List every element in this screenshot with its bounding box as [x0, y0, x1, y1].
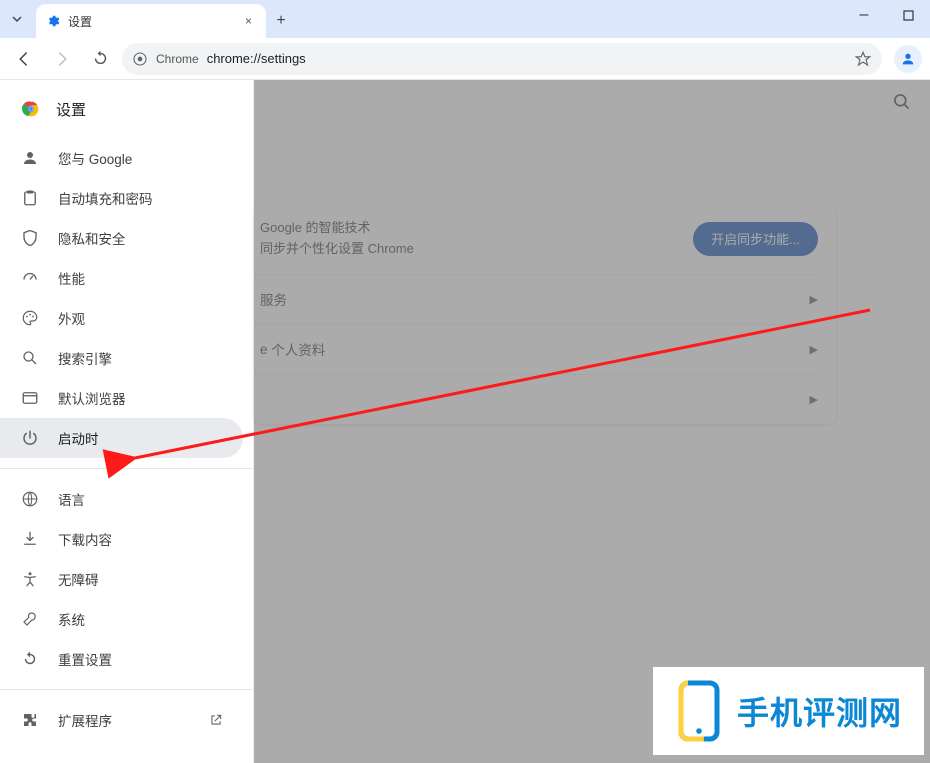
sidebar-title: 设置: [56, 99, 86, 120]
external-link-icon: [209, 713, 223, 727]
chrome-origin-icon: [132, 51, 148, 67]
sidebar-item-label: 性能: [58, 268, 85, 288]
browser-icon: [20, 389, 40, 407]
sidebar-item-label: 系统: [58, 609, 85, 629]
title-bar: 设置 × + –: [0, 0, 930, 38]
sidebar-item-label: 下载内容: [58, 529, 112, 549]
gauge-icon: [20, 269, 40, 287]
url-text: chrome://settings: [207, 51, 306, 66]
forward-button[interactable]: [46, 43, 78, 75]
power-icon: [20, 429, 40, 447]
browser-tab[interactable]: 设置 ×: [36, 4, 266, 38]
browser-toolbar: Chrome chrome://settings: [0, 38, 930, 80]
sidebar-item-accessibility[interactable]: 无障碍: [0, 559, 243, 599]
puzzle-icon: [20, 711, 40, 729]
watermark-text: 手机评测网: [737, 688, 902, 734]
sidebar-item-performance[interactable]: 性能: [0, 258, 243, 298]
sidebar-item-label: 语言: [58, 489, 85, 509]
origin-chip: Chrome: [156, 52, 199, 66]
tab-title: 设置: [68, 13, 92, 30]
sidebar-item-label: 扩展程序: [58, 710, 112, 730]
sidebar-item-label: 外观: [58, 308, 85, 328]
shield-icon: [20, 229, 40, 247]
sidebar-item-label: 无障碍: [58, 569, 99, 589]
watermark: 手机评测网: [655, 669, 922, 753]
wrench-icon: [20, 610, 40, 628]
sidebar-item-label: 自动填充和密码: [58, 188, 153, 208]
minimize-button[interactable]: –: [842, 0, 886, 30]
sidebar-item-label: 搜索引擎: [58, 348, 112, 368]
accessibility-icon: [20, 570, 40, 588]
dimming-overlay: [254, 80, 930, 763]
sidebar-item-extensions[interactable]: 扩展程序: [0, 700, 243, 740]
reload-button[interactable]: [84, 43, 116, 75]
sidebar-item-search-engine[interactable]: 搜索引擎: [0, 338, 243, 378]
person-icon: [20, 149, 40, 167]
palette-icon: [20, 309, 40, 327]
maximize-button[interactable]: [886, 0, 930, 30]
sidebar-divider: [0, 468, 253, 469]
sidebar-item-on-startup[interactable]: 启动时: [0, 418, 243, 458]
sidebar-item-downloads[interactable]: 下载内容: [0, 519, 243, 559]
sidebar-header: 设置: [0, 80, 253, 134]
sidebar-item-label: 重置设置: [58, 649, 112, 669]
search-icon: [20, 349, 40, 367]
sidebar-item-system[interactable]: 系统: [0, 599, 243, 639]
clipboard-icon: [20, 189, 40, 207]
sidebar-item-label: 默认浏览器: [58, 388, 126, 408]
sidebar-item-you-and-google[interactable]: 您与 Google: [0, 138, 243, 178]
address-bar[interactable]: Chrome chrome://settings: [122, 43, 882, 75]
sidebar-item-label: 启动时: [58, 428, 99, 448]
globe-icon: [20, 490, 40, 508]
chrome-logo-icon: [20, 98, 42, 120]
sidebar-item-reset[interactable]: 重置设置: [0, 639, 243, 679]
close-tab-button[interactable]: ×: [241, 14, 256, 28]
profile-avatar[interactable]: [894, 45, 922, 73]
restore-icon: [20, 650, 40, 668]
sidebar-divider: [0, 689, 253, 690]
download-icon: [20, 530, 40, 548]
sidebar-item-autofill[interactable]: 自动填充和密码: [0, 178, 243, 218]
sidebar-item-languages[interactable]: 语言: [0, 479, 243, 519]
gear-icon: [46, 14, 60, 28]
sidebar-item-label: 隐私和安全: [58, 228, 126, 248]
settings-sidebar: 设置 您与 Google 自动填充和密码 隐私和安全 性能 外观: [0, 80, 254, 763]
sidebar-item-appearance[interactable]: 外观: [0, 298, 243, 338]
bookmark-star-icon[interactable]: [854, 50, 872, 68]
tab-dropdown-icon[interactable]: [0, 0, 34, 38]
back-button[interactable]: [8, 43, 40, 75]
sidebar-item-default-browser[interactable]: 默认浏览器: [0, 378, 243, 418]
sidebar-item-label: 您与 Google: [58, 148, 132, 168]
phone-icon: [675, 679, 723, 743]
sidebar-item-privacy[interactable]: 隐私和安全: [0, 218, 243, 258]
settings-layout: 设置 您与 Google 自动填充和密码 隐私和安全 性能 外观: [0, 80, 930, 763]
new-tab-button[interactable]: +: [266, 4, 296, 38]
settings-main: Google 的智能技术 同步并个性化设置 Chrome 开启同步功能... 服…: [254, 80, 930, 763]
